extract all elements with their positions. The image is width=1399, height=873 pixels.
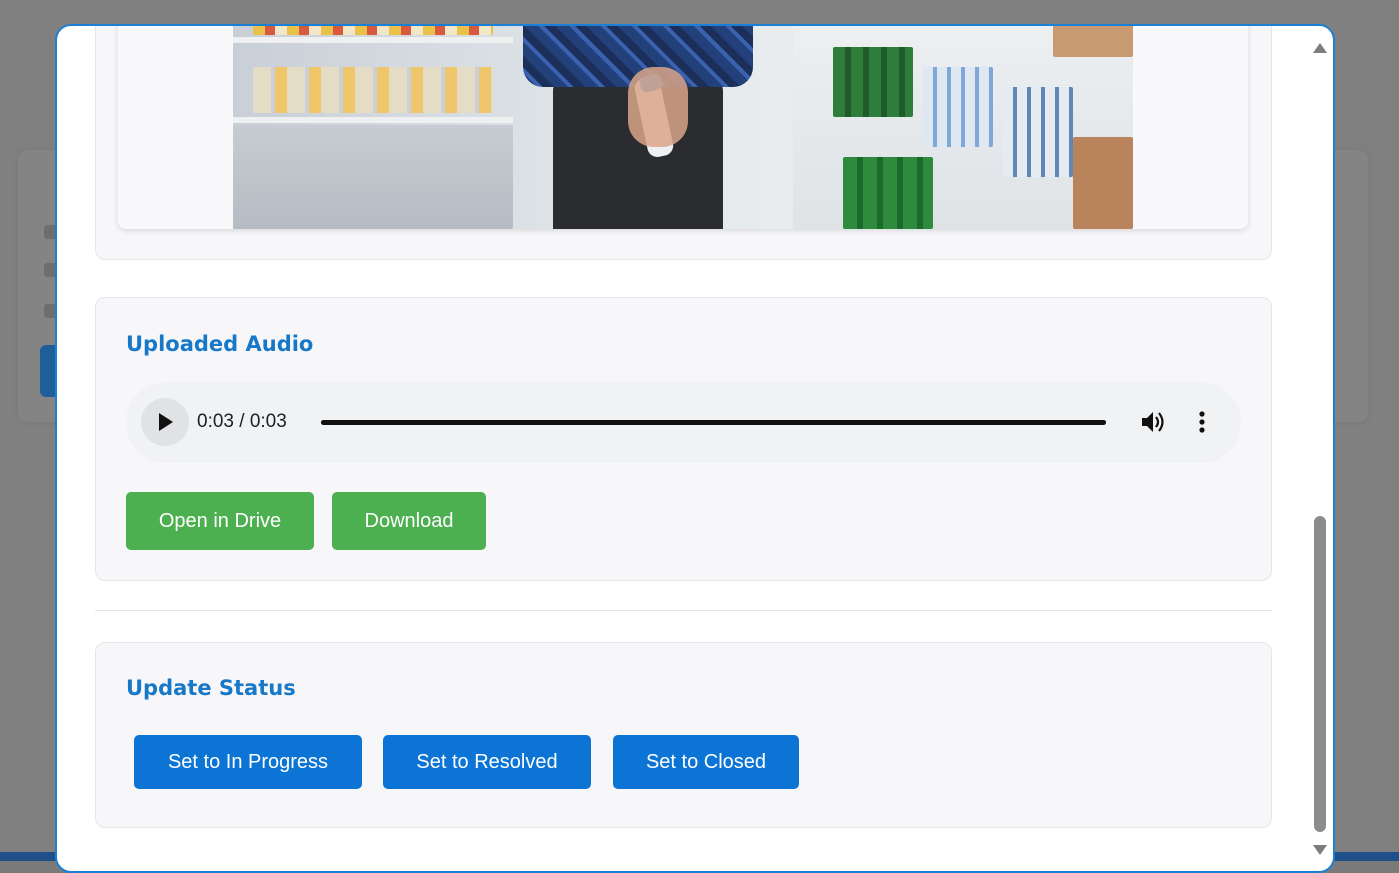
hand	[628, 67, 688, 147]
uploaded-image-section	[95, 26, 1272, 260]
open-in-drive-button[interactable]: Open in Drive	[126, 492, 314, 550]
product-row	[843, 157, 933, 229]
freezer	[233, 125, 513, 229]
product-row	[923, 67, 993, 147]
set-resolved-button[interactable]: Set to Resolved	[383, 735, 591, 789]
product-row	[833, 47, 913, 117]
product-row	[253, 26, 493, 35]
set-closed-button[interactable]: Set to Closed	[613, 735, 799, 789]
shelf	[233, 37, 513, 43]
product-row	[1003, 87, 1073, 177]
update-status-section: Update Status Set to In Progress Set to …	[95, 642, 1272, 828]
image-card	[118, 26, 1248, 229]
play-icon	[159, 413, 173, 431]
modal-scrollbar[interactable]	[1309, 26, 1331, 871]
scroll-down-arrow-icon[interactable]	[1313, 842, 1327, 860]
set-in-progress-button[interactable]: Set to In Progress	[134, 735, 362, 789]
shelf	[233, 117, 513, 123]
download-button[interactable]: Download	[332, 492, 486, 550]
report-detail-modal: Uploaded Audio 0:03 / 0:03 Open in Drive…	[55, 24, 1335, 873]
uploaded-audio-section: Uploaded Audio 0:03 / 0:03 Open in Drive…	[95, 297, 1272, 581]
scroll-thumb[interactable]	[1314, 516, 1326, 832]
product-row	[253, 67, 493, 113]
audio-player: 0:03 / 0:03	[126, 382, 1241, 463]
scroll-up-arrow-icon[interactable]	[1313, 40, 1327, 58]
product-box	[1073, 137, 1133, 229]
section-title-status: Update Status	[126, 676, 296, 700]
audio-progress-fill	[321, 420, 1106, 425]
section-title-audio: Uploaded Audio	[126, 332, 314, 356]
product-box	[1053, 26, 1133, 57]
divider	[95, 610, 1272, 611]
more-vert-icon[interactable]	[1196, 410, 1208, 439]
volume-icon[interactable]	[1141, 410, 1167, 439]
audio-progress-bar[interactable]	[321, 420, 1106, 425]
uploaded-photo[interactable]	[233, 26, 1133, 229]
time-display: 0:03 / 0:03	[197, 411, 287, 432]
play-button[interactable]	[141, 398, 189, 446]
